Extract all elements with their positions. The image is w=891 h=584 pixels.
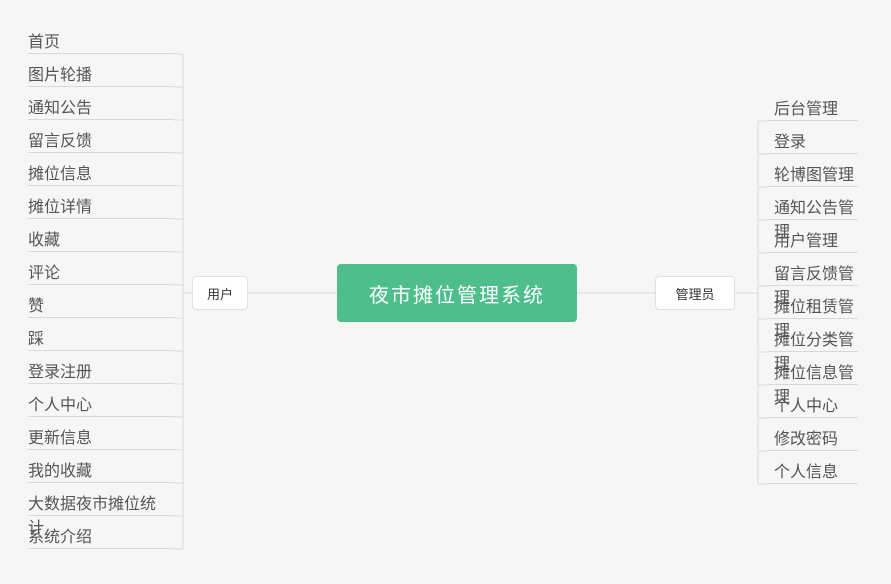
leaf-left-13: 我的收藏 <box>28 457 174 483</box>
leaf-right-9: 个人中心 <box>768 392 858 418</box>
leaf-right-1: 登录 <box>768 128 858 154</box>
leaf-left-1: 图片轮播 <box>28 61 174 87</box>
leaf-left-5: 摊位详情 <box>28 193 174 219</box>
leaf-right-8: 摊位信息管理 <box>768 359 858 385</box>
leaf-left-4: 摊位信息 <box>28 160 174 186</box>
leaf-left-15: 系统介绍 <box>28 523 174 549</box>
leaf-right-4: 用户管理 <box>768 227 858 253</box>
leaf-right-7: 摊位分类管理 <box>768 326 858 352</box>
leaf-right-3: 通知公告管理 <box>768 194 858 220</box>
mindmap-root: 夜市摊位管理系统 <box>337 264 577 322</box>
leaf-right-5: 留言反馈管理 <box>768 260 858 286</box>
leaf-left-11: 个人中心 <box>28 391 174 417</box>
leaf-left-6: 收藏 <box>28 226 174 252</box>
leaf-left-7: 评论 <box>28 259 174 285</box>
leaf-right-0: 后台管理 <box>768 95 858 121</box>
branch-admin: 管理员 <box>655 276 735 310</box>
leaf-left-14: 大数据夜市摊位统计 <box>28 490 174 516</box>
leaf-right-10: 修改密码 <box>768 425 858 451</box>
leaf-left-12: 更新信息 <box>28 424 174 450</box>
leaf-left-2: 通知公告 <box>28 94 174 120</box>
leaf-right-2: 轮博图管理 <box>768 161 858 187</box>
branch-user: 用户 <box>192 276 248 310</box>
leaf-left-8: 赞 <box>28 292 174 318</box>
leaf-right-11: 个人信息 <box>768 458 858 484</box>
leaf-left-10: 登录注册 <box>28 358 174 384</box>
leaf-right-6: 摊位租赁管理 <box>768 293 858 319</box>
leaf-left-3: 留言反馈 <box>28 127 174 153</box>
leaf-left-0: 首页 <box>28 28 174 54</box>
leaf-left-9: 踩 <box>28 325 174 351</box>
